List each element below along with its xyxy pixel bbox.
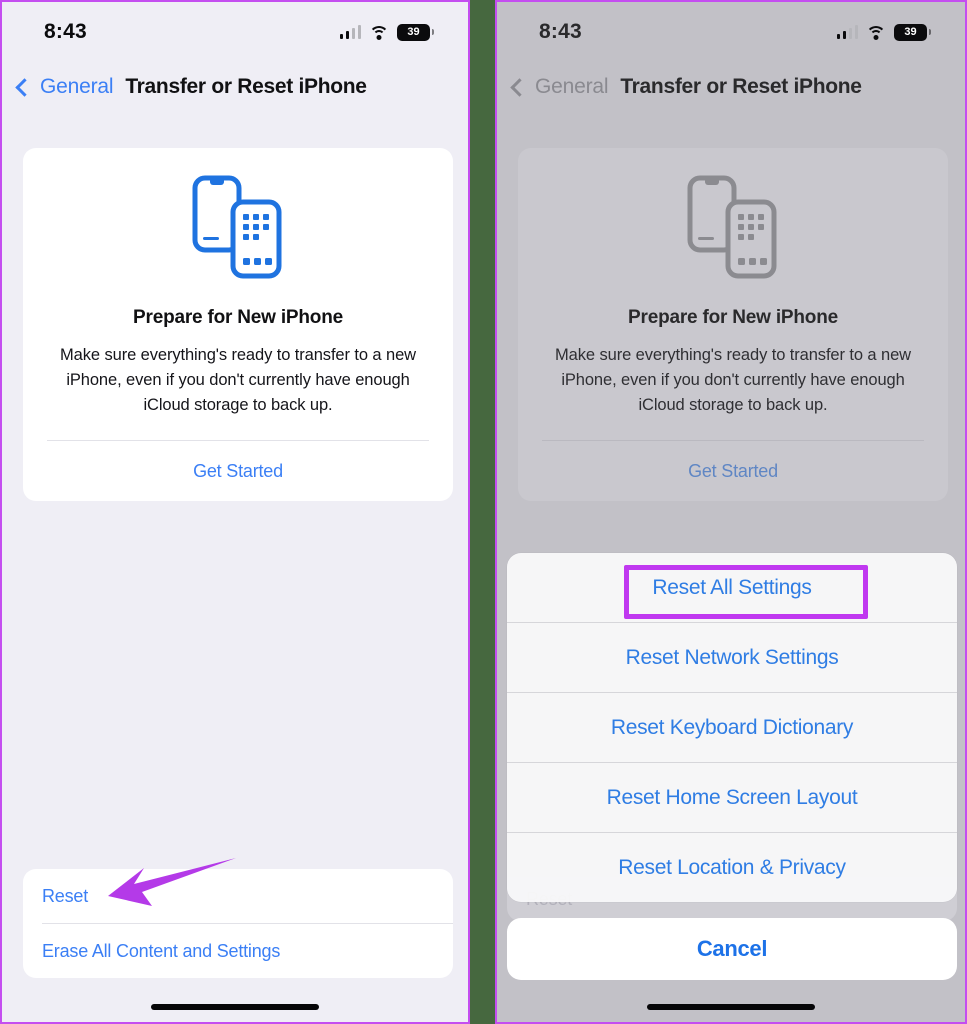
chevron-left-icon <box>15 77 34 97</box>
page-title: Transfer or Reset iPhone <box>620 75 862 98</box>
two-phones-transfer-icon <box>192 175 282 279</box>
action-sheet-item-reset-all-settings[interactable]: Reset All Settings <box>507 553 957 622</box>
card-title: Prepare for New iPhone <box>133 307 343 328</box>
status-bar-dimmed: 8:43 39 <box>497 14 965 50</box>
screenshot-stage: 8:43 39 General Transfer or Reset iPhone <box>0 0 967 1024</box>
right-phone-screen: 8:43 39 General Transfer or Reset iPhone <box>495 0 967 1024</box>
cancel-button[interactable]: Cancel <box>507 918 957 980</box>
status-bar-icons: 39 <box>339 23 434 41</box>
chevron-left-icon <box>510 77 529 97</box>
wifi-icon <box>369 25 389 40</box>
two-phones-transfer-icon <box>687 175 777 279</box>
cellular-bars-icon <box>836 25 858 39</box>
back-button-label: General <box>535 75 609 98</box>
list-item-reset[interactable]: Reset <box>23 869 453 923</box>
battery-icon: 39 <box>894 23 931 41</box>
prepare-for-new-iphone-card: Prepare for New iPhone Make sure everyth… <box>23 148 453 502</box>
card-title: Prepare for New iPhone <box>628 307 838 328</box>
back-button-label: General <box>40 75 114 98</box>
cancel-button-label: Cancel <box>696 936 768 961</box>
cellular-bars-icon <box>339 25 361 39</box>
battery-percent-label: 39 <box>407 25 420 38</box>
list-item-erase-all-content[interactable]: Erase All Content and Settings <box>23 924 453 978</box>
action-sheet-item-reset-location-privacy[interactable]: Reset Location & Privacy <box>507 833 957 902</box>
home-indicator <box>151 1004 319 1010</box>
left-phone-screen: 8:43 39 General Transfer or Reset iPhone <box>0 0 470 1024</box>
back-button[interactable]: General <box>14 75 114 99</box>
action-sheet-item-reset-home-screen-layout[interactable]: Reset Home Screen Layout <box>507 763 957 832</box>
back-button[interactable]: General <box>509 75 609 99</box>
prepare-for-new-iphone-card-dimmed: Prepare for New iPhone Make sure everyth… <box>518 148 948 502</box>
status-bar-clock: 8:43 <box>539 20 582 43</box>
navigation-bar: General Transfer or Reset iPhone <box>2 68 468 106</box>
reset-options-list: Reset Erase All Content and Settings <box>23 869 453 978</box>
battery-percent-label: 39 <box>904 25 917 38</box>
action-sheet-item-reset-network-settings[interactable]: Reset Network Settings <box>507 623 957 692</box>
card-description: Make sure everything's ready to transfer… <box>60 346 416 415</box>
battery-icon: 39 <box>397 23 434 41</box>
status-bar-clock: 8:43 <box>44 20 87 43</box>
get-started-button[interactable]: Get Started <box>23 441 453 501</box>
reset-action-sheet: Reset All Settings Reset Network Setting… <box>507 553 957 902</box>
navigation-bar-dimmed: General Transfer or Reset iPhone <box>497 68 965 106</box>
status-bar-icons: 39 <box>836 23 931 41</box>
card-description: Make sure everything's ready to transfer… <box>555 346 911 415</box>
wifi-icon <box>866 25 886 40</box>
home-indicator <box>647 1004 815 1010</box>
status-bar: 8:43 39 <box>2 14 468 50</box>
action-sheet-item-reset-keyboard-dictionary[interactable]: Reset Keyboard Dictionary <box>507 693 957 762</box>
page-title: Transfer or Reset iPhone <box>125 75 367 98</box>
get-started-button[interactable]: Get Started <box>518 441 948 501</box>
